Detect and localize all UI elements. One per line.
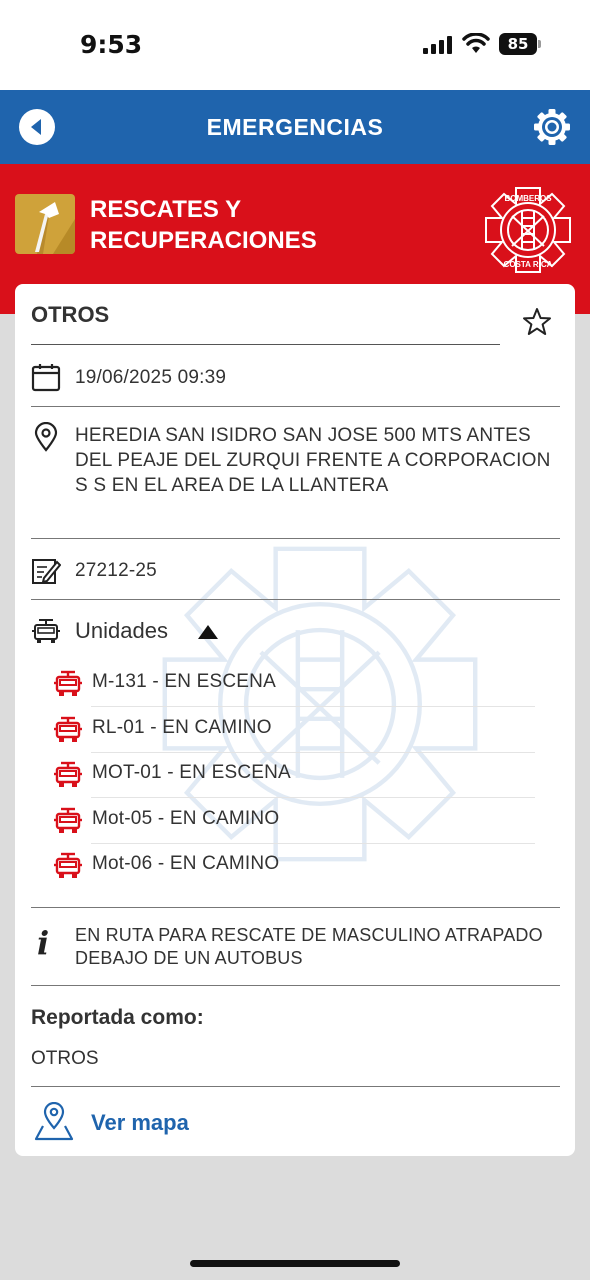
fire-truck-icon <box>53 760 83 788</box>
incident-type: OTROS <box>31 302 110 327</box>
fire-truck-icon <box>53 715 83 743</box>
status-bar: 9:53 85 <box>0 0 590 90</box>
gear-icon[interactable] <box>533 108 571 146</box>
status-time: 9:53 <box>80 30 143 59</box>
calendar-icon <box>31 364 61 392</box>
incident-datetime: 19/06/2025 09:39 <box>75 367 227 388</box>
unit-item[interactable]: Mot-05 - EN CAMINO <box>53 798 535 843</box>
home-indicator <box>190 1260 400 1267</box>
category-icon <box>15 194 75 254</box>
unit-item[interactable]: MOT-01 - EN ESCENA <box>53 752 535 797</box>
unit-status: MOT-01 - EN ESCENA <box>92 762 291 783</box>
fire-truck-icon <box>53 806 83 834</box>
edit-note-icon <box>32 559 61 584</box>
page-title: EMERGENCIAS <box>206 114 384 140</box>
bomberos-logo: BOMBEROS COSTA RICA <box>485 187 571 273</box>
battery-indicator: 85 <box>499 33 541 55</box>
logo-text-bottom: COSTA RICA <box>504 260 553 269</box>
divider <box>31 985 560 986</box>
incident-address: HEREDIA SAN ISIDRO SAN JOSE 500 MTS ANTE… <box>75 425 551 496</box>
incident-number: 27212-25 <box>75 560 157 581</box>
unit-item[interactable]: RL-01 - EN CAMINO <box>53 707 535 752</box>
units-label: Unidades <box>75 618 168 643</box>
reported-value: OTROS <box>31 1048 99 1069</box>
reported-label: Reportada como: <box>31 1006 204 1029</box>
fire-truck-icon <box>53 669 83 697</box>
unit-status: Mot-06 - EN CAMINO <box>92 853 280 874</box>
info-icon: i <box>37 924 50 962</box>
incident-card: OTROS 19/06/2025 09:39 HEREDIA SAN ISIDR… <box>15 284 575 1156</box>
unit-status: Mot-05 - EN CAMINO <box>92 808 280 829</box>
axe-icon <box>35 202 75 254</box>
location-pin-icon <box>34 422 58 452</box>
divider <box>31 406 560 407</box>
category-title: RESCATES Y RECUPERACIONES <box>90 196 317 254</box>
divider <box>31 599 560 600</box>
map-pin-icon[interactable] <box>34 1102 74 1142</box>
star-outline-icon[interactable] <box>521 306 553 338</box>
unit-item[interactable]: M-131 - EN ESCENA <box>53 661 535 706</box>
unit-item[interactable]: Mot-06 - EN CAMINO <box>53 843 535 888</box>
cellular-signal-icon <box>423 36 452 54</box>
wifi-icon <box>462 33 490 53</box>
unit-status: M-131 - EN ESCENA <box>92 671 276 692</box>
incident-notes: EN RUTA PARA RESCATE DE MASCULINO ATRAPA… <box>75 925 543 968</box>
fire-truck-icon <box>32 619 60 643</box>
divider <box>31 1086 560 1087</box>
view-map-link[interactable]: Ver mapa <box>91 1110 189 1136</box>
divider <box>31 907 560 908</box>
fire-truck-icon <box>53 851 83 879</box>
battery-level: 85 <box>507 35 529 53</box>
divider <box>31 538 560 539</box>
units-collapse-toggle[interactable] <box>198 625 218 639</box>
nav-bar: EMERGENCIAS <box>0 90 590 164</box>
title-divider <box>31 344 500 345</box>
unit-status: RL-01 - EN CAMINO <box>92 717 272 738</box>
logo-text-top: BOMBEROS <box>504 194 552 203</box>
